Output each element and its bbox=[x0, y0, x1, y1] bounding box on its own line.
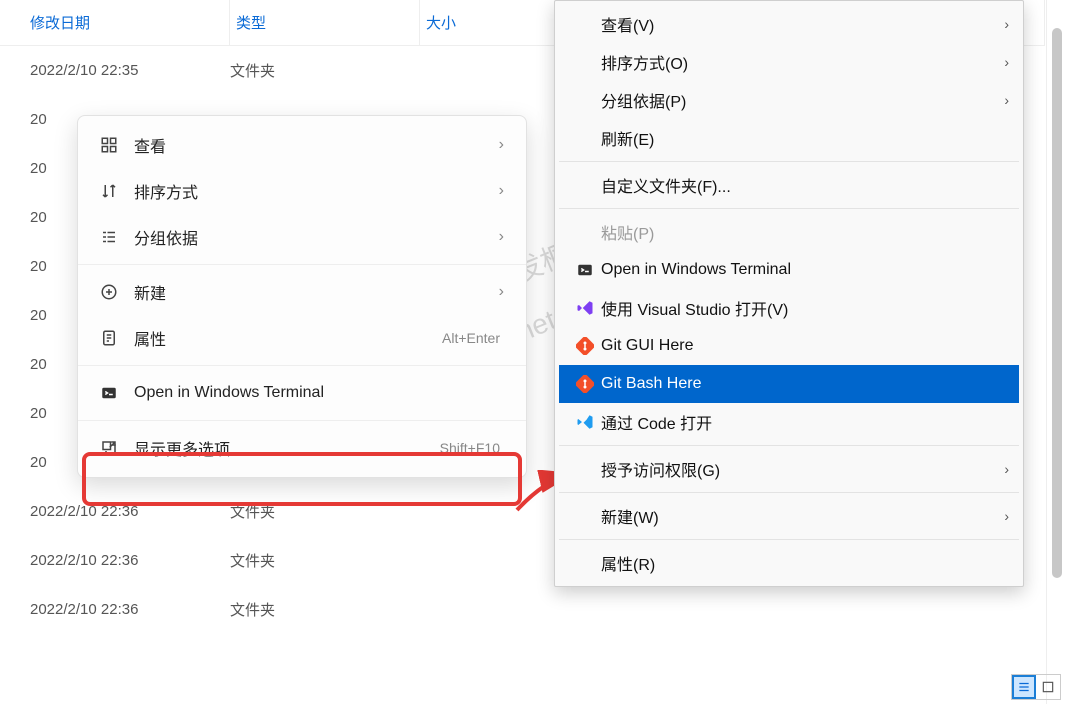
menu-item-customize-folder[interactable]: 自定义文件夹(F)... bbox=[559, 166, 1019, 204]
chevron-right-icon: › bbox=[499, 228, 504, 246]
menu-item-group[interactable]: 分组依据(P) › bbox=[559, 81, 1019, 119]
scrollbar-thumb[interactable] bbox=[1052, 28, 1062, 578]
chevron-right-icon: › bbox=[1004, 16, 1009, 32]
menu-item-group[interactable]: 分组依据 › bbox=[78, 214, 526, 260]
menu-label: 查看 bbox=[134, 133, 499, 157]
chevron-right-icon: › bbox=[1004, 54, 1009, 70]
menu-separator bbox=[78, 420, 526, 421]
scrollbar-track bbox=[1046, 0, 1076, 704]
menu-label: 分组依据 bbox=[134, 225, 499, 249]
cell-date: 2022/2/10 22:36 bbox=[0, 601, 230, 618]
menu-label: Git GUI Here bbox=[601, 337, 1009, 355]
properties-icon bbox=[100, 329, 134, 347]
menu-item-properties[interactable]: 属性 Alt+Enter bbox=[78, 315, 526, 361]
terminal-icon bbox=[569, 261, 601, 279]
menu-accelerator: Shift+F10 bbox=[440, 440, 500, 456]
menu-item-properties[interactable]: 属性(R) bbox=[559, 544, 1019, 582]
chevron-right-icon: › bbox=[1004, 461, 1009, 477]
context-menu-brief: 查看 › 排序方式 › 分组依据 › 新建 › 属性 Alt+Enter Ope… bbox=[77, 115, 527, 478]
expand-icon bbox=[100, 439, 134, 457]
menu-label: Open in Windows Terminal bbox=[134, 384, 504, 402]
menu-separator bbox=[559, 445, 1019, 446]
menu-label: Git Bash Here bbox=[601, 375, 1009, 393]
menu-separator bbox=[559, 161, 1019, 162]
cell-type: 文件夹 bbox=[230, 599, 420, 620]
sort-icon bbox=[100, 182, 134, 200]
menu-label: 查看(V) bbox=[601, 12, 1004, 36]
menu-label: 显示更多选项 bbox=[134, 436, 440, 460]
visual-studio-icon bbox=[569, 299, 601, 317]
git-icon bbox=[569, 337, 601, 355]
git-icon bbox=[569, 375, 601, 393]
chevron-right-icon: › bbox=[499, 182, 504, 200]
menu-item-refresh[interactable]: 刷新(E) bbox=[559, 119, 1019, 157]
cell-date: 2022/2/10 22:36 bbox=[0, 503, 230, 520]
view-mode-toggles bbox=[1011, 674, 1061, 700]
menu-label: 自定义文件夹(F)... bbox=[601, 173, 1009, 197]
cell-date: 2022/2/10 22:35 bbox=[0, 62, 230, 79]
plus-circle-icon bbox=[100, 283, 134, 301]
menu-item-terminal[interactable]: Open in Windows Terminal bbox=[559, 251, 1019, 289]
menu-label: 属性 bbox=[134, 326, 442, 350]
menu-accelerator: Alt+Enter bbox=[442, 330, 500, 346]
menu-item-sort[interactable]: 排序方式(O) › bbox=[559, 43, 1019, 81]
menu-separator bbox=[78, 264, 526, 265]
menu-item-view[interactable]: 查看 › bbox=[78, 122, 526, 168]
group-icon bbox=[100, 228, 134, 246]
chevron-right-icon: › bbox=[499, 283, 504, 301]
table-row[interactable]: 2022/2/10 22:36文件夹 bbox=[0, 585, 1045, 634]
menu-item-sort[interactable]: 排序方式 › bbox=[78, 168, 526, 214]
menu-label: 刷新(E) bbox=[601, 126, 1009, 150]
column-header-type[interactable]: 类型 bbox=[230, 0, 420, 45]
menu-label: 新建 bbox=[134, 280, 499, 304]
chevron-right-icon: › bbox=[1004, 508, 1009, 524]
menu-label: 使用 Visual Studio 打开(V) bbox=[601, 296, 1009, 320]
chevron-right-icon: › bbox=[1004, 92, 1009, 108]
grid-icon bbox=[100, 136, 134, 154]
menu-item-visual-studio[interactable]: 使用 Visual Studio 打开(V) bbox=[559, 289, 1019, 327]
menu-separator bbox=[78, 365, 526, 366]
menu-item-more-options[interactable]: 显示更多选项 Shift+F10 bbox=[78, 425, 526, 471]
cell-type: 文件夹 bbox=[230, 501, 420, 522]
menu-item-terminal[interactable]: Open in Windows Terminal bbox=[78, 370, 526, 416]
cell-type: 文件夹 bbox=[230, 60, 420, 81]
menu-label: 排序方式(O) bbox=[601, 50, 1004, 74]
menu-item-new[interactable]: 新建 › bbox=[78, 269, 526, 315]
column-header-date[interactable]: 修改日期 bbox=[0, 0, 230, 45]
cell-date: 2022/2/10 22:36 bbox=[0, 552, 230, 569]
menu-label: 授予访问权限(G) bbox=[601, 457, 1004, 481]
menu-label: 属性(R) bbox=[601, 551, 1009, 575]
context-menu-full: 查看(V) › 排序方式(O) › 分组依据(P) › 刷新(E) 自定义文件夹… bbox=[554, 0, 1024, 587]
menu-item-git-bash[interactable]: Git Bash Here bbox=[559, 365, 1019, 403]
details-view-button[interactable] bbox=[1012, 675, 1036, 699]
vscode-icon bbox=[569, 413, 601, 431]
menu-item-new[interactable]: 新建(W) › bbox=[559, 497, 1019, 535]
menu-separator bbox=[559, 208, 1019, 209]
icons-view-button[interactable] bbox=[1036, 675, 1060, 699]
chevron-right-icon: › bbox=[499, 136, 504, 154]
menu-item-paste: 粘贴(P) bbox=[559, 213, 1019, 251]
menu-label: 通过 Code 打开 bbox=[601, 410, 1009, 434]
menu-item-grant-access[interactable]: 授予访问权限(G) › bbox=[559, 450, 1019, 488]
menu-item-git-gui[interactable]: Git GUI Here bbox=[559, 327, 1019, 365]
menu-label: 新建(W) bbox=[601, 504, 1004, 528]
menu-label: 粘贴(P) bbox=[601, 220, 1009, 244]
menu-item-open-code[interactable]: 通过 Code 打开 bbox=[559, 403, 1019, 441]
menu-label: Open in Windows Terminal bbox=[601, 261, 1009, 279]
menu-label: 分组依据(P) bbox=[601, 88, 1004, 112]
menu-item-view[interactable]: 查看(V) › bbox=[559, 5, 1019, 43]
cell-type: 文件夹 bbox=[230, 550, 420, 571]
terminal-icon bbox=[100, 384, 134, 402]
menu-label: 排序方式 bbox=[134, 179, 499, 203]
menu-separator bbox=[559, 492, 1019, 493]
menu-separator bbox=[559, 539, 1019, 540]
